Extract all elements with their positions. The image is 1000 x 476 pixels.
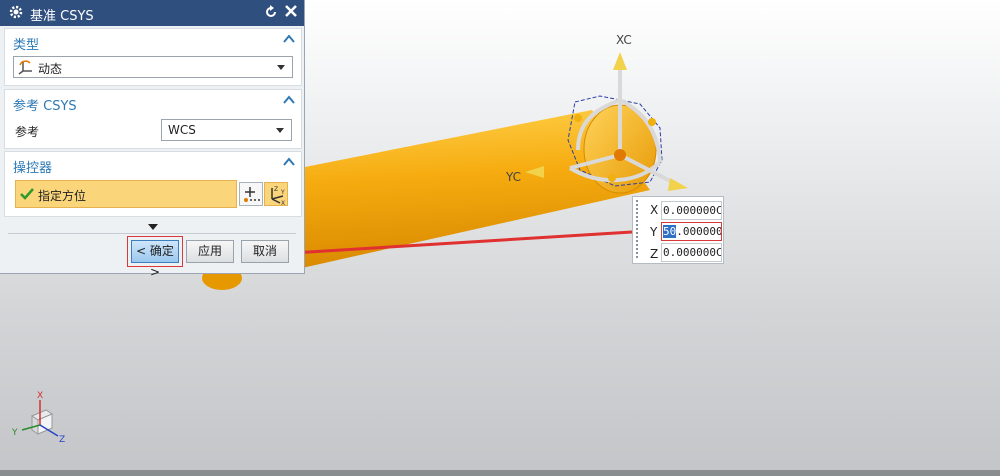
type-section: 类型 动态 [4, 28, 302, 86]
chevron-up-icon[interactable] [283, 95, 295, 105]
chevron-up-icon[interactable] [283, 157, 295, 167]
z-value-text: 0.000000C [663, 246, 722, 259]
triad-x-label: X [37, 391, 43, 401]
dialog-title: 基准 CSYS [30, 9, 94, 24]
ok-button[interactable]: < 确定 > [131, 240, 179, 279]
point-plus-icon [244, 187, 260, 202]
xc-axis-label: XC [616, 33, 632, 47]
more-options-arrow-icon[interactable] [148, 224, 158, 230]
coordinate-input-popup: X 0.000000C Y 50.000000C Z 0.000000C [632, 196, 724, 264]
gear-icon[interactable] [8, 4, 24, 20]
z-axis-label: Z [650, 247, 659, 261]
y-value-text: .000000C [676, 225, 722, 238]
triad-z-label: Z [59, 435, 65, 445]
dropdown-arrow-icon [277, 65, 285, 70]
y-coordinate-field[interactable]: 50.000000C [661, 222, 722, 241]
type-selected-value: 动态 [38, 62, 63, 76]
bottom-strip [0, 470, 1000, 476]
reset-icon[interactable] [264, 5, 278, 19]
z-coordinate-field[interactable]: 0.000000C [661, 243, 722, 262]
triad-y-label: Y [11, 428, 18, 438]
type-dropdown[interactable]: 动态 [13, 56, 293, 78]
svg-text:X: X [281, 200, 285, 205]
specify-orientation-row[interactable]: 指定方位 [15, 180, 237, 208]
svg-text:Y: Y [280, 189, 285, 196]
manipulator-section: 操控器 指定方位 Z Y X [4, 151, 302, 217]
view-triad: X Y Z [11, 391, 65, 445]
dropdown-arrow-icon [276, 128, 284, 133]
x-axis-label: X [650, 203, 659, 217]
csys-axes-icon: Z Y X [271, 186, 285, 207]
x-coordinate-field[interactable]: 0.000000C [661, 201, 722, 220]
manipulator-section-header[interactable]: 操控器 [13, 157, 52, 176]
datum-csys-dialog: 基准 CSYS 类型 动态 参考 CSYS 参考 WCS 操控器 指定方位 Z … [0, 0, 305, 279]
close-icon[interactable] [284, 4, 298, 18]
x-value-text: 0.000000C [663, 204, 722, 217]
check-icon [20, 188, 34, 200]
reference-csys-section: 参考 CSYS 参考 WCS [4, 89, 302, 149]
yc-axis-label: YC [505, 170, 521, 184]
type-section-header[interactable]: 类型 [13, 34, 39, 53]
drag-handle[interactable] [636, 200, 638, 260]
csys-dialog-button[interactable]: Z Y X [264, 182, 288, 207]
divider [8, 233, 296, 234]
reference-section-header[interactable]: 参考 CSYS [13, 95, 77, 114]
svg-text:Z: Z [274, 186, 278, 193]
dialog-title-bar[interactable]: 基准 CSYS [0, 0, 304, 26]
reference-dropdown[interactable]: WCS [161, 119, 292, 141]
point-dialog-button[interactable] [239, 182, 263, 206]
dynamic-csys-icon [18, 60, 32, 75]
chevron-up-icon[interactable] [283, 34, 295, 44]
reference-selected-value: WCS [168, 123, 196, 137]
cancel-button[interactable]: 取消 [241, 240, 289, 263]
y-selected-text: 50 [663, 225, 677, 238]
reference-label: 参考 [15, 125, 40, 139]
specify-orientation-label: 指定方位 [38, 189, 87, 203]
apply-button[interactable]: 应用 [186, 240, 234, 263]
y-axis-label: Y [650, 225, 658, 239]
